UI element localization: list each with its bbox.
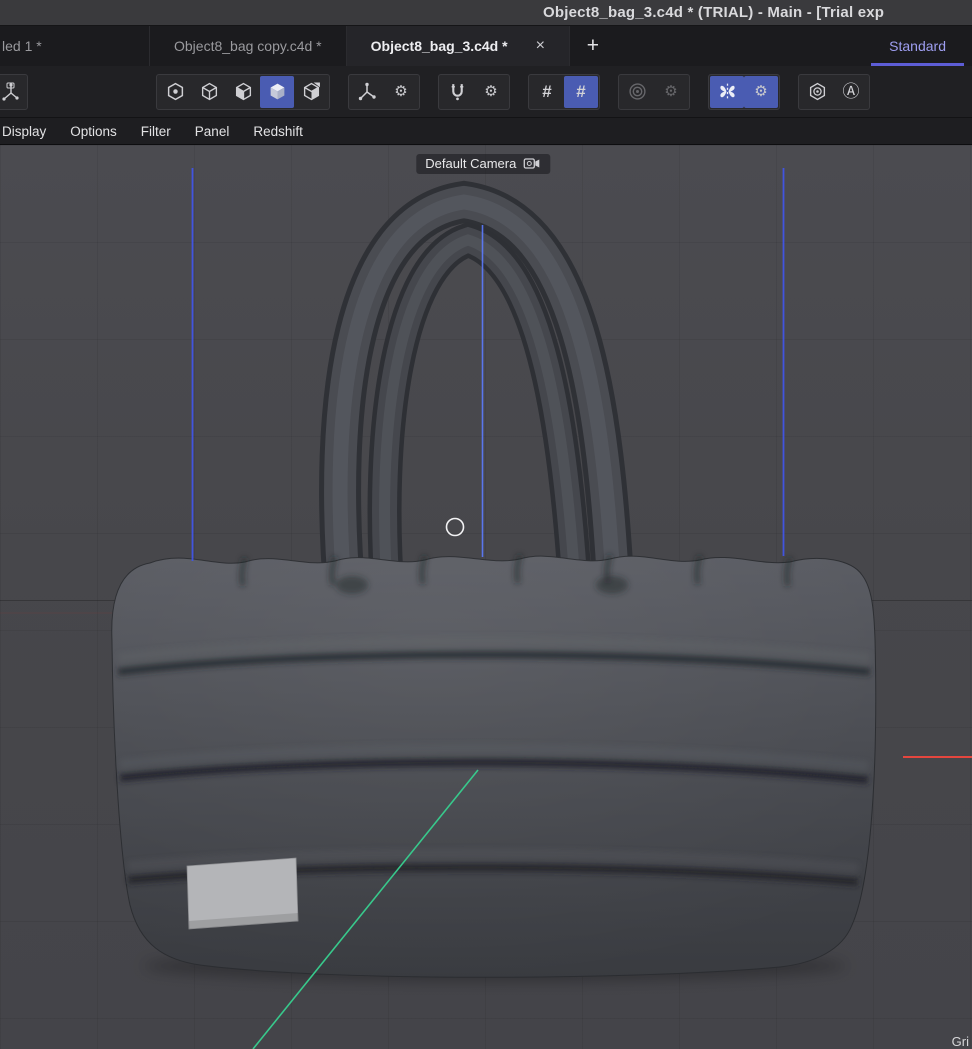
annotation-button[interactable]: Ⓐ [834, 76, 868, 108]
texture-mode-button[interactable] [226, 76, 260, 108]
uv-mode-icon [302, 82, 321, 101]
symmetry-icon [718, 82, 737, 101]
bag-handles [340, 202, 614, 600]
enable-axis-icon [357, 82, 377, 102]
falloff-settings-button[interactable]: ⚙ [654, 76, 688, 108]
camera-icon [523, 157, 541, 170]
tool-group-symmetry: ⚙ [708, 74, 780, 110]
snap-settings-button[interactable]: ⚙ [474, 76, 508, 108]
make-editable-icon [166, 82, 185, 101]
tab-object8-bag-copy[interactable]: Object8_bag copy.c4d * [150, 26, 347, 66]
layout-selector-label: Standard [889, 38, 946, 54]
tool-group-view: Ⓐ [798, 74, 870, 110]
camera-label-text: Default Camera [425, 156, 516, 171]
tool-group-snap: ⚙ [438, 74, 510, 110]
axis-settings-button[interactable]: ⚙ [384, 76, 418, 108]
polygon-mode-button[interactable] [260, 76, 294, 108]
viewport-toolbar: ⚙ ⚙ # # [0, 66, 972, 118]
window-title: Object8_bag_3.c4d * (TRIAL) - Main - [Tr… [543, 4, 884, 21]
menu-panel[interactable]: Panel [195, 124, 230, 139]
tab-label: Object8_bag_3.c4d * [371, 38, 508, 54]
tab-untitled-1[interactable]: led 1 * [0, 26, 150, 66]
model-mode-button[interactable] [192, 76, 226, 108]
enable-axis-button[interactable] [350, 76, 384, 108]
bag-label-patch [187, 858, 298, 929]
tab-object8-bag-3[interactable]: Object8_bag_3.c4d * × [347, 26, 570, 66]
polygon-mode-icon [268, 82, 287, 101]
titlebar: Object8_bag_3.c4d * (TRIAL) - Main - [Tr… [0, 0, 972, 26]
gizmo-center-handle[interactable] [447, 519, 464, 536]
tab-label: led 1 * [2, 38, 42, 54]
symmetry-button[interactable] [710, 76, 744, 108]
gear-icon: ⚙ [484, 84, 497, 99]
gear-icon: ⚙ [664, 84, 677, 99]
tool-group-workplane: # # [528, 74, 600, 110]
make-editable-button[interactable] [158, 76, 192, 108]
hud-grid-readout: Gri [952, 1034, 969, 1049]
gear-icon: ⚙ [394, 84, 407, 99]
layout-selector[interactable]: Standard [863, 26, 972, 66]
solo-button[interactable] [800, 76, 834, 108]
tab-label: Object8_bag copy.c4d * [174, 38, 322, 54]
object-axis-tool-icon [0, 82, 19, 102]
object-axis-tool-button[interactable] [0, 76, 26, 108]
camera-label[interactable]: Default Camera [416, 154, 550, 174]
menu-filter[interactable]: Filter [141, 124, 171, 139]
model-mode-icon [200, 82, 219, 101]
tool-group-axis: ⚙ [348, 74, 420, 110]
texture-mode-icon [234, 82, 253, 101]
bag-model[interactable] [112, 202, 876, 982]
viewport-menubar: Display Options Filter Panel Redshift [0, 118, 972, 145]
snap-button[interactable] [440, 76, 474, 108]
falloff-button[interactable] [620, 76, 654, 108]
symmetry-settings-button[interactable]: ⚙ [744, 76, 778, 108]
annotation-icon: Ⓐ [843, 83, 860, 100]
gear-icon: ⚙ [754, 84, 767, 99]
uv-mode-button[interactable] [294, 76, 328, 108]
menu-redshift[interactable]: Redshift [253, 124, 303, 139]
tool-group-modes [156, 74, 330, 110]
workplane-icon: # [542, 83, 551, 100]
tool-group-falloff: ⚙ [618, 74, 690, 110]
cinema4d-window: Object8_bag_3.c4d * (TRIAL) - Main - [Tr… [0, 0, 972, 1049]
snap-icon [448, 82, 467, 101]
workplane-toggle-button[interactable]: # [564, 76, 598, 108]
falloff-icon [628, 82, 647, 101]
workplane-toggle-icon: # [576, 83, 585, 100]
solo-icon [808, 82, 827, 101]
workplane-button[interactable]: # [530, 76, 564, 108]
viewport-scene [0, 145, 972, 1049]
close-tab-icon[interactable]: × [536, 37, 545, 55]
new-tab-button[interactable]: + [570, 26, 616, 66]
3d-viewport[interactable]: Default Camera Gri [0, 145, 972, 1049]
menu-display[interactable]: Display [2, 124, 46, 139]
menu-options[interactable]: Options [70, 124, 117, 139]
document-tabbar: led 1 * Object8_bag copy.c4d * Object8_b… [0, 26, 972, 66]
tool-group-cut [0, 74, 28, 110]
